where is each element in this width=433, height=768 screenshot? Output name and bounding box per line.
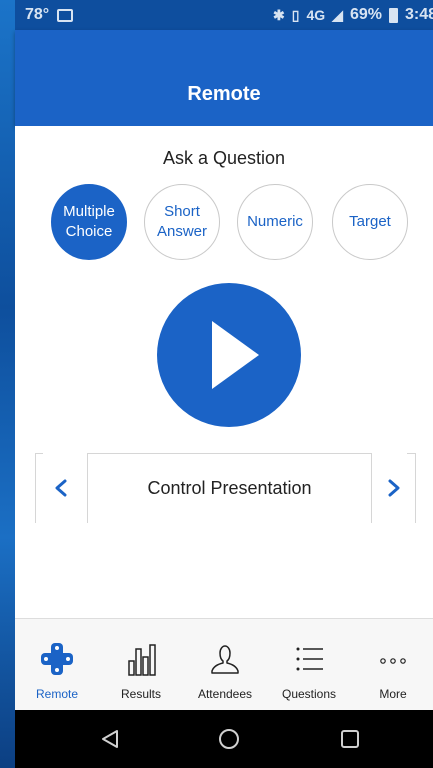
tab-remote[interactable]: Remote <box>15 619 99 711</box>
nav-recents-button[interactable] <box>335 724 365 754</box>
bluetooth-icon: ✱ <box>273 6 285 23</box>
main-content: Ask a Question Multiple Choice Short Ans… <box>15 126 433 618</box>
tab-label: Questions <box>281 687 337 701</box>
nav-back-button[interactable] <box>95 724 125 754</box>
previous-slide-button[interactable] <box>41 468 81 508</box>
control-presentation-strip: Control Presentation <box>35 453 416 523</box>
status-left: 78° <box>25 6 74 24</box>
tab-label: Attendees <box>197 687 253 701</box>
bottom-tab-bar: Remote Results Attendees Questions More <box>15 618 433 710</box>
remote-dpad-icon <box>41 643 73 675</box>
clock-text: 3:48 <box>404 6 433 23</box>
question-type-multiple-choice[interactable]: Multiple Choice <box>51 184 127 260</box>
more-dots-icon <box>380 658 406 664</box>
signal-icon: ◢ <box>332 6 343 23</box>
network-type-text: 4G <box>306 7 326 23</box>
tab-label: Remote <box>35 687 79 701</box>
bar-chart-icon <box>128 644 156 676</box>
play-button[interactable] <box>157 283 301 427</box>
question-type-label: Target <box>349 213 391 230</box>
background-edge <box>0 0 15 768</box>
question-type-label: Numeric <box>247 213 303 230</box>
question-type-label: Multiple Choice <box>63 203 115 240</box>
play-icon <box>212 321 259 389</box>
divider <box>407 453 416 454</box>
next-slide-button[interactable] <box>374 468 414 508</box>
ask-question-title: Ask a Question <box>162 148 286 168</box>
tab-label: More <box>379 687 407 701</box>
page-title: Remote <box>187 83 261 105</box>
question-type-numeric[interactable]: Numeric <box>237 184 313 260</box>
vibrate-icon: ▯ <box>291 6 300 23</box>
back-triangle-icon <box>102 730 118 748</box>
chevron-right-icon <box>388 479 400 497</box>
chevron-left-icon <box>55 479 67 497</box>
tab-more[interactable]: More <box>351 619 433 711</box>
person-icon <box>211 645 239 674</box>
divider <box>35 453 43 454</box>
image-notification-icon <box>57 8 74 22</box>
recents-square-icon <box>341 730 359 748</box>
tab-attendees[interactable]: Attendees <box>183 619 267 711</box>
control-presentation-label: Control Presentation <box>147 477 312 498</box>
battery-icon <box>388 7 398 23</box>
home-circle-icon <box>219 729 239 749</box>
battery-percent-text: 69% <box>349 6 382 23</box>
question-type-short-answer[interactable]: Short Answer <box>144 184 220 260</box>
app-bar: Remote <box>15 30 433 126</box>
nav-home-button[interactable] <box>214 724 244 754</box>
status-bar: 78° ✱ ▯ 4G ◢ 69% 3:48 <box>15 0 433 30</box>
list-icon <box>296 647 323 671</box>
question-type-label: Short Answer <box>156 203 208 240</box>
tab-label: Results <box>120 687 161 701</box>
tab-questions[interactable]: Questions <box>267 619 351 711</box>
tab-results[interactable]: Results <box>99 619 183 711</box>
divider <box>415 453 416 523</box>
question-type-target[interactable]: Target <box>332 184 408 260</box>
temperature-text: 78° <box>25 6 50 23</box>
system-nav-bar <box>15 710 433 768</box>
divider <box>35 453 36 523</box>
status-right: ✱ ▯ 4G ◢ 69% 3:48 <box>273 6 433 24</box>
